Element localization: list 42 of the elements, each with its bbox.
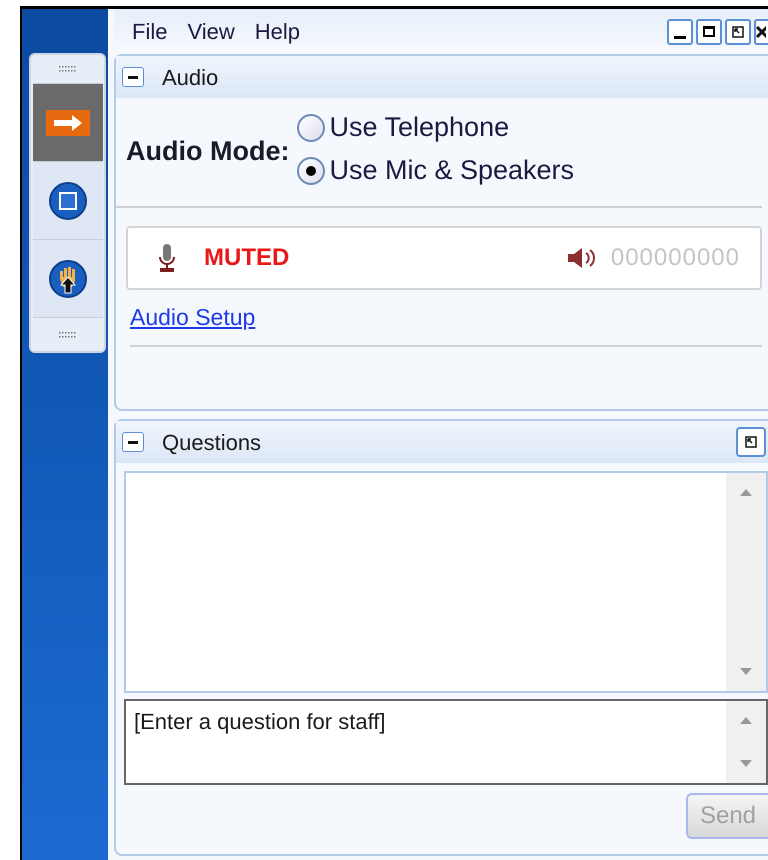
scrollbar[interactable] (726, 701, 766, 783)
panel-title: Questions (162, 428, 262, 456)
audio-setup-link[interactable]: Audio Setup (130, 304, 256, 330)
grip-icon (58, 332, 78, 338)
scroll-up-icon (740, 489, 752, 496)
scrollbar[interactable] (726, 473, 766, 691)
mute-status: MUTED (204, 243, 290, 273)
pop-out-button[interactable] (736, 427, 766, 457)
scroll-down-icon (740, 668, 752, 675)
collapse-button[interactable] (122, 432, 144, 452)
menu-item[interactable]: View (187, 15, 235, 48)
toolbar-button[interactable] (32, 161, 102, 239)
close-icon (756, 26, 766, 38)
scroll-down-icon (740, 760, 752, 767)
raise-hand-icon (48, 258, 88, 298)
minus-icon (128, 76, 138, 78)
minimize-button[interactable] (667, 18, 693, 44)
collapse-button[interactable] (122, 67, 144, 87)
minus-icon (128, 440, 138, 444)
audio-mode-label: Audio Mode: (126, 134, 290, 168)
restore-icon (745, 436, 757, 448)
radio-button[interactable] (297, 156, 326, 184)
speaker-icon (566, 247, 595, 269)
toolbar-button[interactable] (32, 239, 102, 317)
microphone-icon (158, 244, 176, 272)
question-input[interactable]: [Enter a question for staff] (124, 699, 768, 785)
scroll-up-icon (740, 717, 752, 724)
send-button: Send (686, 793, 768, 839)
radio-button[interactable] (297, 114, 326, 142)
radio-option[interactable]: Use Mic & Speakers (297, 149, 574, 192)
restore-icon (732, 26, 744, 38)
stop-icon (48, 180, 88, 220)
maximize-button[interactable] (696, 18, 722, 44)
panel-title: Audio (162, 64, 218, 92)
menu-item[interactable]: Help (254, 15, 300, 48)
radio-option[interactable]: Use Telephone (297, 106, 574, 149)
close-button[interactable] (754, 18, 768, 44)
grip-icon (58, 66, 78, 72)
menu-item[interactable]: File (132, 15, 168, 48)
toolbar-button[interactable] (32, 83, 102, 161)
restore-button[interactable] (725, 18, 751, 44)
speaker-level: 000000000 (610, 243, 740, 273)
